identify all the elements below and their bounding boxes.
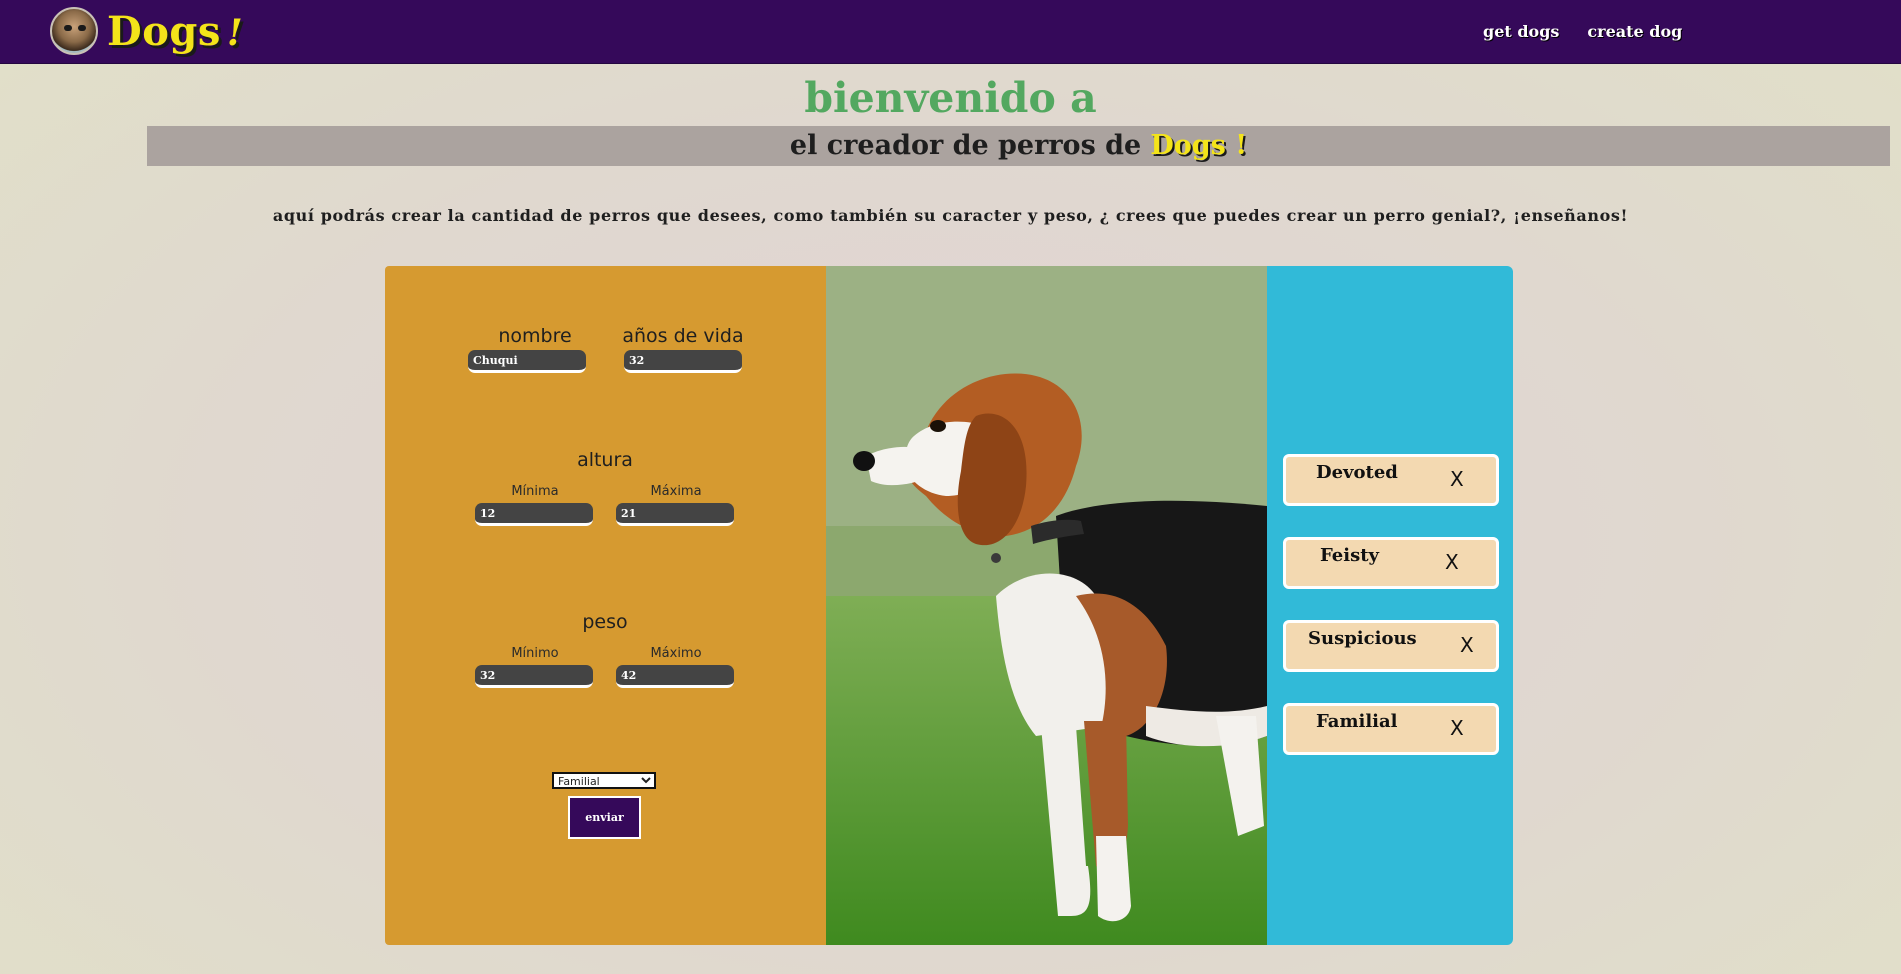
temperament-name: Feisty	[1320, 545, 1379, 566]
name-input[interactable]	[468, 350, 586, 373]
nav-links: get dogs create dog	[1483, 22, 1682, 41]
remove-temperament-button[interactable]: X	[1450, 467, 1464, 491]
weight-label: peso	[582, 611, 628, 633]
weight-min-label: Mínimo	[511, 646, 559, 661]
nav-get-dogs-link[interactable]: get dogs	[1483, 22, 1559, 41]
weight-max-input[interactable]	[616, 665, 734, 688]
height-max-input[interactable]	[616, 503, 734, 526]
dog-avatar-icon	[50, 7, 98, 55]
remove-temperament-button[interactable]: X	[1445, 550, 1459, 574]
intro-text: aquí podrás crear la cantidad de perros …	[272, 206, 1629, 225]
temperament-chip: Suspicious X	[1283, 620, 1499, 672]
welcome-heading: bienvenido a	[804, 74, 1097, 122]
weight-min-input[interactable]	[475, 665, 593, 688]
weight-max-label: Máximo	[650, 646, 702, 661]
brand-logo[interactable]: Dogs!	[50, 7, 243, 55]
height-min-label: Mínima	[511, 484, 559, 499]
temperament-chip: Devoted X	[1283, 454, 1499, 506]
temperament-name: Devoted	[1316, 462, 1398, 483]
beagle-photo	[826, 266, 1267, 945]
name-label: nombre	[498, 325, 572, 347]
life-span-label: años de vida	[622, 325, 744, 347]
brand-name: Dogs!	[107, 7, 244, 55]
temperament-name: Suspicious	[1308, 628, 1417, 649]
temperament-chip: Familial X	[1283, 703, 1499, 755]
life-span-input[interactable]	[624, 350, 742, 373]
beagle-illustration	[826, 266, 1267, 945]
banner-brand: Dogs !	[1150, 130, 1248, 161]
height-min-input[interactable]	[475, 503, 593, 526]
temperament-select[interactable]: Familial	[552, 772, 656, 789]
height-label: altura	[577, 449, 633, 471]
creator-banner: el creador de perros de Dogs !	[147, 126, 1890, 166]
banner-text: el creador de perros de	[789, 130, 1142, 161]
create-dog-card: nombre años de vida altura Mínima Máxima…	[385, 266, 1513, 945]
remove-temperament-button[interactable]: X	[1460, 633, 1474, 657]
nav-create-dog-link[interactable]: create dog	[1587, 22, 1682, 41]
temperament-panel: Devoted X Feisty X Suspicious X Familial…	[1267, 266, 1513, 945]
remove-temperament-button[interactable]: X	[1450, 716, 1464, 740]
create-dog-form: nombre años de vida altura Mínima Máxima…	[385, 266, 826, 945]
height-max-label: Máxima	[650, 484, 702, 499]
temperament-name: Familial	[1316, 711, 1398, 732]
temperament-chip: Feisty X	[1283, 537, 1499, 589]
top-navbar: Dogs! get dogs create dog	[0, 0, 1901, 64]
submit-button[interactable]: enviar	[568, 796, 641, 839]
